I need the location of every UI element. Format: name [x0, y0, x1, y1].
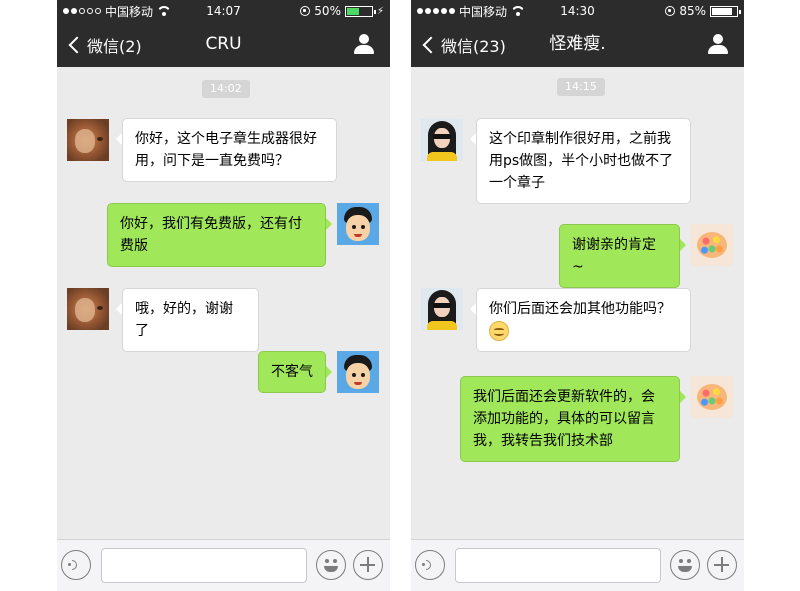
plus-icon[interactable] — [353, 550, 383, 580]
back-button[interactable]: 微信(23) — [421, 22, 506, 67]
charging-icon: ⚡ — [376, 5, 384, 17]
contact-avatar[interactable] — [67, 288, 109, 330]
battery-percent: 50% — [314, 4, 341, 18]
message-text: 你们后面还会加其他功能吗？ — [489, 301, 671, 317]
message-bubble-incoming: 哦，好的，谢谢了 — [116, 288, 259, 352]
chat-screen-left: 中国移动 14:07 50% ⚡ 微信(2) CRU 14:02 你好，这个电子… — [57, 0, 390, 591]
my-avatar[interactable] — [691, 224, 733, 266]
my-avatar[interactable] — [691, 376, 733, 418]
message-bubble-incoming: 你好，这个电子章生成器很好用，问下是一直免费吗？ — [116, 118, 337, 182]
chat-header: 微信(2) CRU — [57, 22, 390, 67]
battery-icon — [710, 5, 741, 17]
message-bubble-outgoing: 你好，我们有免费版，还有付费版 — [107, 203, 332, 267]
voice-input-icon[interactable] — [415, 550, 445, 580]
battery-icon — [344, 5, 376, 17]
carrier-label: 中国移动 — [459, 4, 508, 19]
emoji-icon[interactable] — [316, 550, 346, 580]
smile-emoji-icon — [489, 321, 509, 341]
battery-percent: 85% — [679, 4, 706, 18]
message-bubble-outgoing: 谢谢亲的肯定~ — [559, 224, 686, 288]
contact-profile-icon[interactable] — [354, 34, 374, 54]
chat-header: 微信(23) 怪难瘦. — [411, 22, 744, 67]
message-bubble-outgoing: 我们后面还会更新软件的，会添加功能的，具体的可以留言我，我转告我们技术部 — [460, 376, 686, 462]
back-label: 微信(2) — [87, 36, 142, 56]
contact-avatar[interactable] — [421, 288, 463, 330]
contact-profile-icon[interactable] — [708, 34, 728, 54]
back-button[interactable]: 微信(2) — [67, 22, 142, 67]
input-bar — [57, 539, 390, 591]
contact-avatar[interactable] — [421, 119, 463, 161]
carrier-label: 中国移动 — [105, 4, 154, 19]
message-input[interactable] — [455, 548, 661, 583]
status-bar: 中国移动 14:07 50% ⚡ — [57, 0, 390, 22]
chevron-left-icon — [68, 36, 86, 53]
chat-title: CRU — [205, 34, 242, 54]
my-avatar[interactable] — [337, 203, 379, 245]
signal-icon — [417, 8, 455, 14]
wifi-icon — [157, 6, 171, 16]
input-bar — [411, 539, 744, 591]
chat-screen-right: 中国移动 14:30 85% 微信(23) 怪难瘦. 14:15 这个印章制作很… — [411, 0, 744, 591]
message-bubble-incoming: 你们后面还会加其他功能吗？ — [470, 288, 691, 352]
contact-avatar[interactable] — [67, 119, 109, 161]
rotation-lock-icon — [300, 6, 311, 16]
wifi-icon — [511, 6, 525, 16]
chat-title: 怪难瘦. — [549, 34, 606, 54]
message-timestamp: 14:15 — [557, 78, 605, 96]
message-input[interactable] — [101, 548, 307, 583]
rotation-lock-icon — [665, 6, 676, 16]
my-avatar[interactable] — [337, 351, 379, 393]
message-bubble-incoming: 这个印章制作很好用，之前我用ps做图，半个小时也做不了一个章子 — [470, 118, 691, 204]
message-bubble-outgoing: 不客气 — [258, 351, 332, 393]
back-label: 微信(23) — [441, 36, 506, 56]
chevron-left-icon — [422, 36, 440, 53]
signal-icon — [63, 8, 101, 14]
plus-icon[interactable] — [707, 550, 737, 580]
emoji-icon[interactable] — [670, 550, 700, 580]
status-bar: 中国移动 14:30 85% — [411, 0, 744, 22]
voice-input-icon[interactable] — [61, 550, 91, 580]
message-timestamp: 14:02 — [202, 80, 250, 98]
